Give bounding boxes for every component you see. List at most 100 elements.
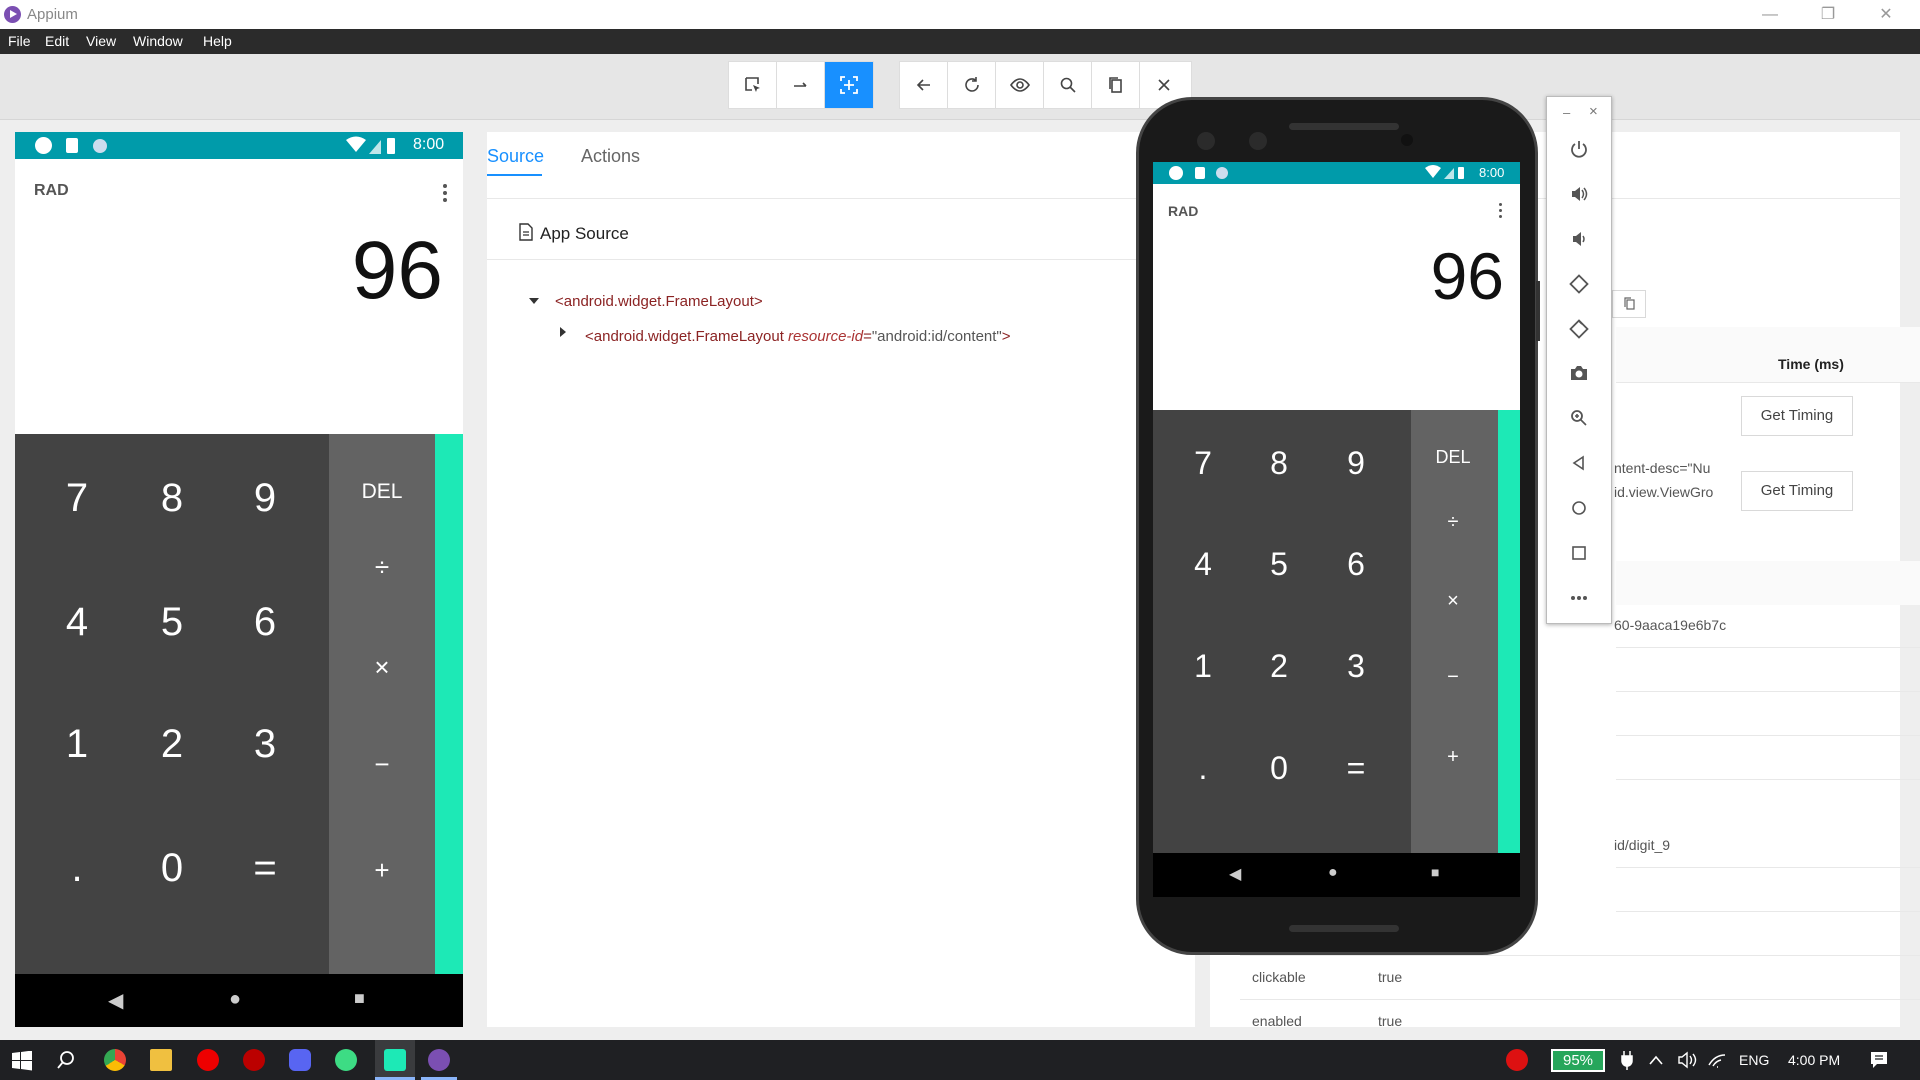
power-plug-icon[interactable] — [1620, 1050, 1634, 1070]
emulator-back-button[interactable] — [1547, 445, 1611, 481]
operator-key[interactable]: × — [342, 652, 422, 683]
emulator-home-button[interactable] — [1547, 490, 1611, 526]
digit-key[interactable]: 2 — [142, 722, 202, 767]
overflow-menu-icon[interactable] — [435, 184, 455, 204]
more-button[interactable] — [1547, 580, 1611, 616]
emulator-advanced-panel-handle[interactable] — [1498, 410, 1520, 853]
file-explorer-icon[interactable] — [150, 1049, 172, 1071]
del-key[interactable]: DEL — [342, 480, 422, 504]
appium-taskbar-icon[interactable] — [428, 1049, 450, 1071]
emulator-operator-key[interactable]: − — [1413, 666, 1493, 689]
discord-icon[interactable] — [289, 1049, 311, 1071]
screenshot-button[interactable] — [1547, 355, 1611, 391]
emulator-operator-key[interactable]: + — [1413, 746, 1493, 769]
digit-key[interactable]: 7 — [47, 476, 107, 521]
nav-recents-icon[interactable]: ■ — [354, 988, 365, 1009]
get-timing-button[interactable]: Get Timing — [1741, 396, 1853, 436]
restore-button[interactable]: ❐ — [1800, 0, 1856, 29]
chevron-up-icon[interactable] — [1648, 1054, 1664, 1066]
emulator-digit-key[interactable]: 7 — [1173, 445, 1233, 482]
select-elements-button[interactable] — [729, 62, 777, 108]
tree-node-content[interactable]: <android.widget.FrameLayout resource-id=… — [585, 328, 1011, 345]
digit-key[interactable]: 5 — [142, 600, 202, 645]
menu-edit[interactable]: Edit — [45, 29, 69, 54]
collapsed-caret-icon[interactable] — [560, 327, 566, 337]
nav-back-icon[interactable]: ◀ — [108, 988, 123, 1013]
windows-start-icon[interactable] — [12, 1051, 32, 1071]
device-screenshot[interactable]: 8:00 RAD 96 ◀ ● ■ 7 8 9 4 5 6 1 2 3. 0 = DEL ÷ × − + — [15, 132, 463, 1027]
show-hidden-button[interactable] — [996, 62, 1044, 108]
nav-recents-icon[interactable]: ■ — [1431, 864, 1439, 880]
emulator-digit-key[interactable]: 6 — [1326, 546, 1386, 583]
digit-key[interactable]: 4 — [47, 600, 107, 645]
advanced-panel-handle[interactable] — [435, 434, 463, 974]
tray-app-icon[interactable] — [1506, 1049, 1528, 1071]
emulator-icon[interactable] — [384, 1049, 406, 1071]
refresh-button[interactable] — [948, 62, 996, 108]
emulator-digit-key[interactable]: 0 — [1249, 750, 1309, 787]
nav-home-icon[interactable]: ● — [1328, 864, 1338, 882]
digit-key[interactable]: 3 — [235, 722, 295, 767]
clock[interactable]: 4:00 PM — [1788, 1052, 1840, 1068]
digit-key[interactable]: 0 — [142, 846, 202, 891]
tab-actions[interactable]: Actions — [581, 146, 640, 167]
rotate-left-button[interactable] — [1547, 266, 1611, 302]
expanded-caret-icon[interactable] — [529, 298, 539, 304]
zoom-button[interactable] — [1547, 400, 1611, 436]
volume-down-button[interactable] — [1547, 221, 1611, 257]
emulator-operator-key[interactable]: ÷ — [1413, 511, 1493, 534]
minimize-button[interactable]: — — [1742, 0, 1798, 29]
volume-icon[interactable] — [1677, 1051, 1699, 1069]
emulator-minimize-button[interactable]: – — [1563, 105, 1570, 120]
language-indicator[interactable]: ENG — [1739, 1052, 1769, 1068]
emulator-digit-key[interactable]: 1 — [1173, 648, 1233, 685]
battery-percentage[interactable]: 95% — [1551, 1049, 1605, 1072]
back-button[interactable] — [900, 62, 948, 108]
menu-help[interactable]: Help — [203, 29, 232, 54]
wifi-icon[interactable] — [1707, 1051, 1727, 1069]
tap-by-coordinates-button[interactable] — [825, 62, 873, 108]
emulator-digit-key[interactable]: 9 — [1326, 445, 1386, 482]
digit-key[interactable]: 8 — [142, 476, 202, 521]
tree-node-framelayout[interactable]: <android.widget.FrameLayout> — [555, 293, 763, 310]
emulator-digit-key[interactable]: = — [1326, 750, 1386, 787]
power-button[interactable] — [1547, 131, 1611, 167]
menu-view[interactable]: View — [86, 29, 116, 54]
emulator-digit-key[interactable]: 2 — [1249, 648, 1309, 685]
emulator-digit-key[interactable]: 4 — [1173, 546, 1233, 583]
rotate-right-button[interactable] — [1547, 311, 1611, 347]
nav-home-icon[interactable]: ● — [229, 988, 241, 1011]
notifications-icon[interactable] — [1869, 1050, 1889, 1070]
digit-key[interactable]: = — [235, 846, 295, 891]
emulator-digit-key[interactable]: 8 — [1249, 445, 1309, 482]
partial-button[interactable]: r — [1607, 290, 1646, 318]
search-button[interactable] — [1044, 62, 1092, 108]
menu-window[interactable]: Window — [133, 29, 183, 54]
nav-back-icon[interactable]: ◀ — [1229, 864, 1241, 884]
operator-key[interactable]: + — [342, 855, 422, 886]
close-window-button[interactable]: ✕ — [1858, 0, 1914, 29]
chrome-icon[interactable] — [104, 1049, 126, 1071]
menu-file[interactable]: File — [8, 29, 31, 54]
emulator-close-button[interactable]: × — [1589, 103, 1598, 120]
emulator-digit-key[interactable]: 5 — [1249, 546, 1309, 583]
digit-key[interactable]: 1 — [47, 722, 107, 767]
tab-source[interactable]: Source — [487, 146, 544, 167]
digit-key[interactable]: 6 — [235, 600, 295, 645]
get-timing-button[interactable]: Get Timing — [1741, 471, 1853, 511]
android-studio-icon[interactable] — [335, 1049, 357, 1071]
emulator-screen[interactable]: 8:00 RAD 96 ◀ ● ■ 7 8 9 4 5 6 1 2 3. 0 = DEL ÷ × − + — [1153, 162, 1520, 897]
emulator-digit-key[interactable]: 3 — [1326, 648, 1386, 685]
swipe-button[interactable] — [777, 62, 825, 108]
search-icon[interactable] — [56, 1050, 76, 1070]
copy-xml-button[interactable] — [1092, 62, 1140, 108]
digit-key[interactable]: 9 — [235, 476, 295, 521]
operator-key[interactable]: ÷ — [342, 552, 422, 583]
emulator-overview-button[interactable] — [1547, 535, 1611, 571]
emulator-operator-key[interactable]: × — [1413, 590, 1493, 613]
emulator-del-key[interactable]: DEL — [1413, 447, 1493, 468]
emulator-overflow-menu-icon[interactable] — [1495, 203, 1507, 219]
operator-key[interactable]: − — [342, 749, 422, 780]
app-icon[interactable] — [243, 1049, 265, 1071]
digit-key[interactable]: . — [47, 846, 107, 891]
